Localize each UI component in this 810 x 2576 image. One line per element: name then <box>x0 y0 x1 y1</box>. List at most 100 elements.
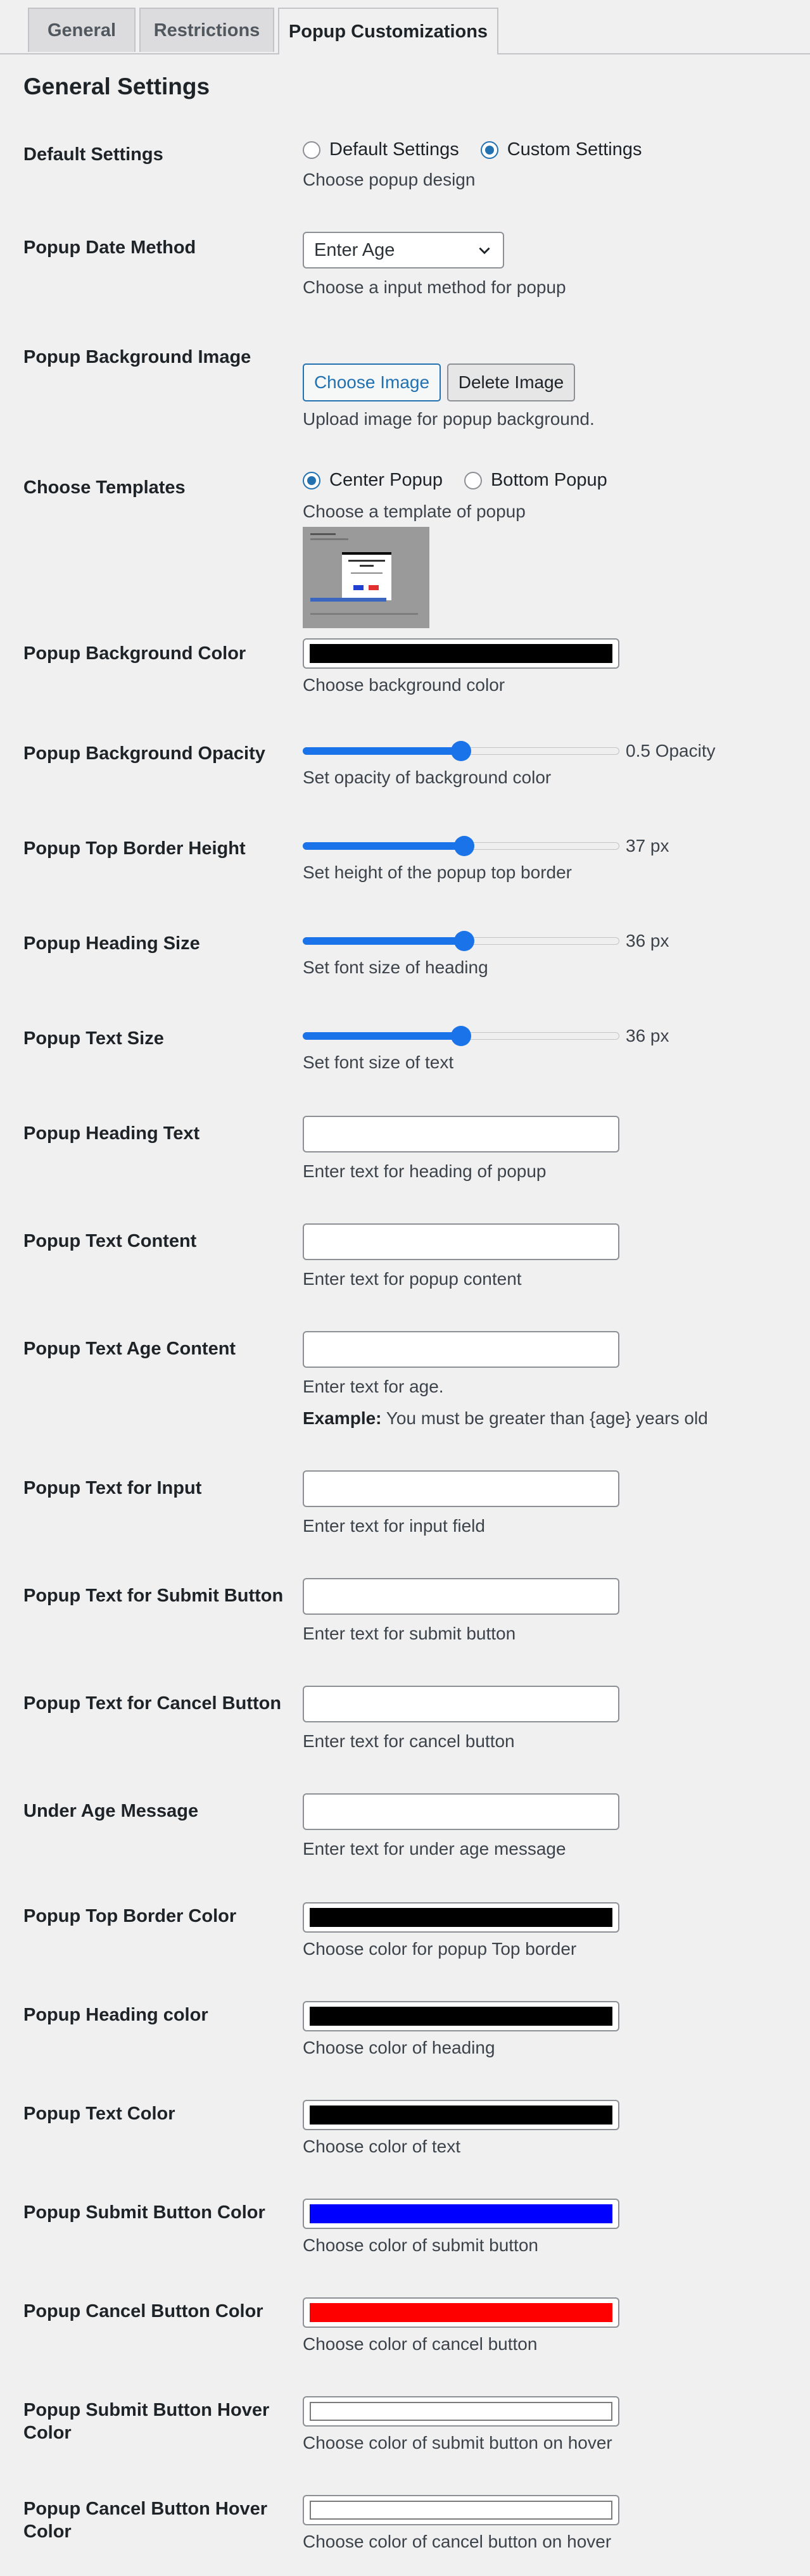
field-description: Enter text for input field <box>303 1516 485 1536</box>
radio-default-settings[interactable] <box>303 141 320 159</box>
slider-fill <box>303 747 461 755</box>
color-picker[interactable] <box>303 2100 619 2130</box>
date-method-select[interactable]: Enter Age <box>303 232 504 268</box>
color-swatch <box>310 2402 612 2421</box>
field-label: Popup Top Border Height <box>23 838 246 859</box>
range-slider[interactable]: 0.5 Opacity <box>303 740 803 762</box>
field-description: Set opacity of background color <box>303 767 552 787</box>
settings-tabs: General Restrictions Popup Customization… <box>0 0 810 54</box>
radio-label[interactable]: Center Popup <box>329 470 443 491</box>
slider-handle[interactable] <box>454 931 474 951</box>
radio-label[interactable]: Bottom Popup <box>491 470 607 491</box>
chevron-down-icon <box>479 247 490 255</box>
slider-value: 36 px <box>626 1026 669 1045</box>
text-input[interactable] <box>303 1470 619 1507</box>
select-value: Enter Age <box>314 239 395 260</box>
field-description: Choose a template of popup <box>303 502 526 521</box>
radio-label[interactable]: Default Settings <box>329 139 459 160</box>
slider-value: 37 px <box>626 836 669 856</box>
radio-custom-settings[interactable] <box>480 141 498 159</box>
radio-label[interactable]: Custom Settings <box>507 139 642 160</box>
field-description: Set font size of heading <box>303 957 488 977</box>
field-description: Choose color of cancel button on hover <box>303 2532 612 2551</box>
field-description: Enter text for popup content <box>303 1269 522 1289</box>
tab-popup-customizations[interactable]: Popup Customizations <box>278 8 498 54</box>
field-label: Popup Submit Button Hover Color <box>23 2400 270 2443</box>
text-input[interactable] <box>303 1578 619 1615</box>
field-label: Popup Text Size <box>23 1028 164 1049</box>
radio-bottom-popup[interactable] <box>464 471 482 489</box>
choose-image-button[interactable]: Choose Image <box>303 363 441 401</box>
field-description: Enter text for age. <box>303 1377 444 1396</box>
field-description: Enter text for submit button <box>303 1624 516 1643</box>
color-picker[interactable] <box>303 1902 619 1933</box>
color-swatch <box>310 644 612 663</box>
color-picker[interactable] <box>303 2199 619 2229</box>
field-label: Popup Background Image <box>23 347 251 367</box>
field-description: Enter text for heading of popup <box>303 1161 547 1181</box>
text-input[interactable] <box>303 1223 619 1260</box>
color-swatch <box>310 2204 612 2223</box>
field-description: Set height of the popup top border <box>303 862 572 882</box>
example-text: You must be greater than {age} years old <box>381 1408 708 1428</box>
color-picker[interactable] <box>303 2001 619 2031</box>
color-swatch <box>310 2007 612 2026</box>
slider-fill <box>303 937 464 945</box>
slider-handle[interactable] <box>451 741 471 761</box>
color-swatch <box>310 1908 612 1927</box>
field-label: Popup Text for Submit Button <box>23 1586 284 1606</box>
field-label: Popup Cancel Button Hover Color <box>23 2499 268 2542</box>
slider-value: 0.5 Opacity <box>626 741 716 761</box>
field-description: Choose background color <box>303 675 505 695</box>
field-description: Choose color for popup Top border <box>303 1939 577 1959</box>
field-description: Enter text for under age message <box>303 1839 566 1859</box>
field-label: Popup Text Content <box>23 1231 197 1251</box>
field-description: Choose a input method for popup <box>303 277 566 297</box>
template-preview-thumbnail[interactable] <box>303 527 429 628</box>
section-title: General Settings <box>23 73 210 99</box>
range-slider[interactable]: 36 px <box>303 1025 803 1047</box>
text-input[interactable] <box>303 1331 619 1368</box>
text-input[interactable] <box>303 1686 619 1722</box>
slider-handle[interactable] <box>454 836 474 856</box>
field-label: Popup Top Border Color <box>23 1906 237 1926</box>
color-picker[interactable] <box>303 2396 619 2427</box>
color-swatch <box>310 2106 612 2125</box>
slider-handle[interactable] <box>451 1026 471 1046</box>
field-label: Popup Heading Text <box>23 1123 200 1144</box>
slider-value: 36 px <box>626 931 669 950</box>
field-label: Default Settings <box>23 144 163 165</box>
tab-general[interactable]: General <box>28 8 136 52</box>
example-note: Example: You must be greater than {age} … <box>303 1408 708 1429</box>
slider-fill <box>303 1032 461 1040</box>
field-label: Popup Text for Input <box>23 1478 202 1498</box>
color-picker[interactable] <box>303 2297 619 2328</box>
field-label: Popup Background Color <box>23 643 246 664</box>
field-label: Under Age Message <box>23 1801 199 1821</box>
color-swatch <box>310 2501 612 2520</box>
text-input[interactable] <box>303 1793 619 1830</box>
field-label: Choose Templates <box>23 477 186 498</box>
color-picker[interactable] <box>303 2495 619 2525</box>
delete-image-button[interactable]: Delete Image <box>447 363 575 401</box>
field-label: Popup Submit Button Color <box>23 2202 265 2223</box>
field-description: Choose color of heading <box>303 2038 495 2057</box>
field-description: Choose color of text <box>303 2137 461 2156</box>
range-slider[interactable]: 36 px <box>303 930 803 952</box>
tab-restrictions[interactable]: Restrictions <box>139 8 274 52</box>
range-slider[interactable]: 37 px <box>303 835 803 857</box>
example-label: Example: <box>303 1408 382 1428</box>
field-description: Choose color of submit button <box>303 2235 538 2255</box>
field-label: Popup Text Age Content <box>23 1339 236 1359</box>
radio-center-popup[interactable] <box>303 471 320 489</box>
field-label: Popup Text Color <box>23 2104 175 2124</box>
color-swatch <box>310 2303 612 2322</box>
field-label: Popup Cancel Button Color <box>23 2301 263 2321</box>
field-label: Popup Text for Cancel Button <box>23 1693 282 1714</box>
field-description: Choose color of cancel button <box>303 2334 538 2354</box>
field-description: Upload image for popup background. <box>303 409 595 429</box>
text-input[interactable] <box>303 1116 619 1152</box>
background-color-picker[interactable] <box>303 638 619 669</box>
field-label: Popup Date Method <box>23 237 196 258</box>
field-description: Enter text for cancel button <box>303 1731 515 1751</box>
